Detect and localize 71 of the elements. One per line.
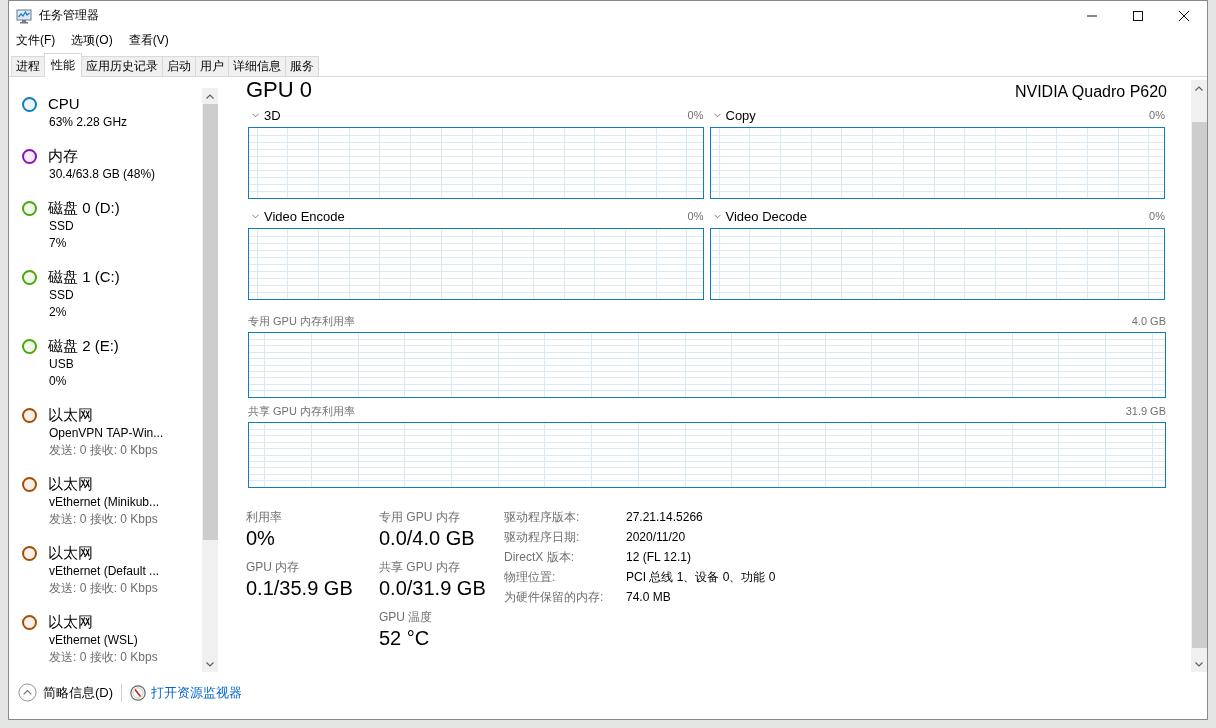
stat-value: 0.0/4.0 GB [379,526,476,551]
property-label: 为硬件保留的内存: [504,588,605,606]
device-list-item[interactable]: 内存 30.4/63.8 GB (48%) [10,146,202,183]
property-value: 2020/11/20 [626,530,687,544]
gauge-icon [130,684,147,701]
chevron-down-icon [713,213,721,219]
resource-monitor-link[interactable]: 打开资源监视器 [130,683,243,702]
gpu-model-name: NVIDIA Quadro P620 [1014,82,1167,102]
engine-selector[interactable]: Video Decode [709,208,807,224]
chevron-down-icon [252,213,259,219]
property-label: 驱动程序日期: [504,528,581,546]
close-icon [1179,10,1189,21]
stat-value: 0.1/35.9 GB [246,576,354,601]
device-list-item[interactable]: 以太网 OpenVPN TAP-Win... 发送: 0 接收: 0 Kbps [10,405,202,459]
engine-selector[interactable]: Copy [709,107,756,123]
property-label: 驱动程序版本: [504,508,581,526]
property-label: 物理位置: [504,568,557,586]
graph-max-label: 31.9 GB [1125,405,1166,417]
stat-label: GPU 温度 [379,609,434,625]
property-value: PCI 总线 1、设备 0、功能 0 [626,568,776,586]
device-list-item[interactable]: 以太网 vEthernet (WSL) 发送: 0 接收: 0 Kbps [10,612,202,666]
property-value: 74.0 MB [626,590,672,604]
tab[interactable]: 进程 [11,56,45,76]
maximize-icon [1133,10,1143,21]
stat-label: 利用率 [246,509,283,525]
tab[interactable]: 用户 [195,56,229,76]
tab[interactable]: 启动 [162,56,196,76]
chevron-up-icon [1195,85,1203,91]
chevron-down-icon [1195,661,1203,667]
summary-view-button[interactable]: 简略信息(D) [18,683,114,702]
utilization-reading: 0% [1149,109,1165,121]
property-label: DirectX 版本: [504,548,575,566]
scrollbar[interactable] [202,88,218,672]
utilization-reading: 0% [1149,210,1165,222]
graph-label: 共享 GPU 内存利用率 [248,403,355,419]
tab[interactable]: 详细信息 [228,56,286,76]
monitor-graph-icon [16,7,32,24]
device-list-item[interactable]: 磁盘 2 (E:) USB 0% [10,336,202,390]
property-value: 12 (FL 12.1) [626,550,692,564]
window-title: 任务管理器 [39,7,99,24]
scrollbar-thumb[interactable] [202,104,218,540]
menu-item[interactable]: 文件(F) [12,29,60,51]
tab[interactable]: 性能 [44,53,82,77]
utilization-reading: 0% [687,210,704,222]
stat-value: 0.0/31.9 GB [379,576,487,601]
stat-value: 0% [246,526,276,551]
utilization-reading: 0% [687,109,704,121]
tab[interactable]: 服务 [285,56,319,76]
tab[interactable]: 应用历史记录 [81,56,163,76]
chevron-down-icon [713,112,721,118]
engine-selector[interactable]: 3D [248,107,281,123]
device-list-item[interactable]: 以太网 vEthernet (Default ... 发送: 0 接收: 0 Kbps [10,543,202,597]
menu-item[interactable]: 查看(V) [124,29,173,51]
stat-label: 专用 GPU 内存 [379,509,461,525]
device-list-item[interactable]: 以太网 vEthernet (Minikub... 发送: 0 接收: 0 Kbps [10,474,202,528]
property-value: 27.21.14.5266 [626,510,704,524]
stat-label: 共享 GPU 内存 [379,559,461,575]
collapse-icon [18,683,37,702]
graph-max-label: 4.0 GB [1131,315,1166,327]
device-list-item[interactable]: 磁盘 0 (D:) SSD 7% [10,198,202,252]
stat-label: GPU 内存 [246,559,301,575]
menu-item[interactable]: 选项(O) [67,29,117,51]
chevron-down-icon [252,112,259,118]
chevron-up-icon [206,93,214,99]
graph-label: 专用 GPU 内存利用率 [248,313,355,329]
stat-value: 52 °C [379,626,431,651]
gpu-title: GPU 0 [246,77,313,103]
device-list-item[interactable]: CPU 63% 2.28 GHz [10,94,202,131]
chevron-down-icon [206,661,214,667]
engine-selector[interactable]: Video Encode [248,208,345,224]
device-list-item[interactable]: 磁盘 1 (C:) SSD 2% [10,267,202,321]
